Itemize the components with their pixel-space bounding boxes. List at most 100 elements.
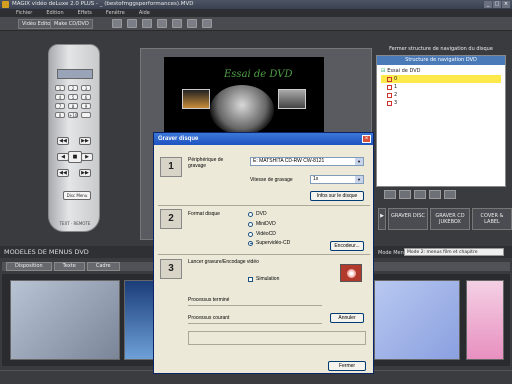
remote-key[interactable]: 2 [68, 85, 78, 91]
encoder-button[interactable]: Encodeur... [330, 241, 364, 251]
menu-preview[interactable]: Essai de DVD [164, 57, 324, 140]
menu-fichier[interactable]: Fichier [16, 9, 32, 17]
preview-thumbnail-2[interactable] [278, 89, 306, 109]
open-icon[interactable] [127, 19, 137, 28]
remote-key[interactable]: 6 [81, 94, 91, 100]
device-select[interactable]: E: MATSHITA CD-RW CW-8121 ▼ [250, 157, 364, 166]
window-title: MAGIX vidéo deLuxe 2.0 PLUS - _ (bestofm… [12, 1, 194, 7]
tab-texte[interactable]: Texte [53, 262, 85, 271]
format-videocd-radio[interactable]: VidéoCD [248, 231, 276, 237]
remote-keypad: 1 2 3 4 5 6 7 8 9 0 +10 [55, 85, 91, 118]
preview-thumbnail-1[interactable] [182, 89, 210, 109]
radio-icon [248, 211, 253, 217]
burn-cd-icon[interactable] [340, 264, 362, 282]
rewind-button[interactable]: ◀◀ [57, 137, 69, 145]
step-1-badge: 1 [160, 157, 182, 177]
menu-edition[interactable]: Edition [46, 9, 63, 17]
menu-fenetre[interactable]: Fenêtre [106, 9, 125, 17]
speed-select[interactable]: 1x ▼ [310, 175, 364, 184]
chapter-icon [387, 92, 392, 98]
format-dvd-radio[interactable]: DVD [248, 211, 267, 217]
forward-button[interactable]: ▶▶ [79, 137, 91, 145]
launch-label: Lancer gravure/Encodage vidéo [188, 259, 259, 265]
remove-icon[interactable] [399, 190, 411, 199]
disc-info-button[interactable]: Infos sur le disque [310, 191, 364, 201]
tab-cadre[interactable]: Cadre [86, 262, 120, 271]
remote-key[interactable]: 4 [55, 94, 65, 100]
tree-item[interactable]: 1 [381, 83, 501, 91]
remote-key[interactable] [81, 112, 91, 118]
play-button[interactable]: ▶ [81, 153, 93, 161]
mode-menu-select[interactable]: Mode 2: menus film et chapitre [404, 248, 504, 256]
remote-key[interactable]: 1 [55, 85, 65, 91]
undo-icon[interactable] [157, 19, 167, 28]
structure-panel-title: Structure de navigation DVD [377, 56, 505, 65]
prev-chapter-button[interactable]: ◀◀ [57, 169, 69, 177]
remote-key[interactable]: 3 [81, 85, 91, 91]
remote-display [57, 69, 93, 79]
format-minidvd-radio[interactable]: MiniDVD [248, 221, 276, 227]
separator [158, 205, 370, 206]
tree-root[interactable]: ⊟ Essai de DVD [381, 67, 501, 75]
settings-icon[interactable] [444, 190, 456, 199]
process-done-label: Processus terminé [188, 297, 230, 303]
tab-disposition[interactable]: Disposition [6, 262, 52, 271]
structure-close-link[interactable]: Fermer structure de navigation du disque [376, 45, 506, 54]
save-icon[interactable] [142, 19, 152, 28]
redo-icon[interactable] [172, 19, 182, 28]
radio-label: Supervidéo-CD [256, 240, 291, 246]
stop-button[interactable]: ■ [68, 151, 82, 163]
cover-label-button[interactable]: COVER & LABEL [472, 208, 512, 230]
remote-key[interactable]: +10 [68, 112, 78, 118]
tree-item[interactable]: 3 [381, 99, 501, 107]
structure-toolbar [376, 190, 506, 200]
down-icon[interactable] [429, 190, 441, 199]
device-select-value: E: MATSHITA CD-RW CW-8121 [253, 158, 325, 164]
tree-item-label: 1 [394, 84, 398, 90]
remote-key[interactable]: 0 [55, 112, 65, 118]
speed-select-value: 1x [313, 176, 319, 182]
title-bar: MAGIX vidéo deLuxe 2.0 PLUS - _ (bestofm… [0, 0, 512, 9]
remote-key[interactable]: 9 [81, 103, 91, 109]
mode-menu-label: Mode Menu [378, 250, 407, 256]
template-thumbnail[interactable] [124, 280, 154, 360]
template-thumbnail[interactable] [10, 280, 120, 360]
arrow-right-icon[interactable]: ▶ [378, 208, 386, 230]
radio-icon [248, 231, 253, 237]
separator [158, 254, 370, 255]
format-svcd-radio[interactable]: Supervidéo-CD [248, 240, 290, 246]
close-dialog-button[interactable]: Fermer [328, 361, 366, 371]
app-icon [2, 1, 9, 8]
cut-icon[interactable] [187, 19, 197, 28]
menu-aide[interactable]: Aide [139, 9, 150, 17]
dialog-close-button[interactable]: × [362, 135, 371, 143]
maximize-button[interactable]: □ [493, 1, 501, 8]
disc-menu-button[interactable]: Disc Menu [63, 191, 91, 200]
template-thumbnail[interactable] [466, 280, 504, 360]
remote-key[interactable]: 7 [55, 103, 65, 109]
cancel-button[interactable]: Annuler [330, 313, 364, 323]
close-window-button[interactable]: × [502, 1, 510, 8]
new-project-icon[interactable] [112, 19, 122, 28]
tab-make-cd[interactable]: Make CD/DVD [50, 19, 93, 29]
burn-jukebox-button[interactable]: GRAVER CD JUKEBOX [430, 208, 470, 230]
simulation-checkbox[interactable]: Simulation [248, 276, 279, 282]
minimize-button[interactable]: _ [484, 1, 492, 8]
template-thumbnail[interactable] [374, 280, 460, 360]
next-chapter-button[interactable]: ▶▶ [79, 169, 91, 177]
delete-icon[interactable] [202, 19, 212, 28]
burn-buttons: ▶ GRAVER DISC GRAVER CD JUKEBOX COVER & … [378, 208, 512, 230]
radio-label: VidéoCD [256, 231, 276, 237]
remote-key[interactable]: 8 [68, 103, 78, 109]
menu-effets[interactable]: Effets [78, 9, 92, 17]
tree-item[interactable]: 2 [381, 91, 501, 99]
up-icon[interactable] [414, 190, 426, 199]
burn-disc-button[interactable]: GRAVER DISC [388, 208, 428, 230]
tree-item[interactable]: 0 [381, 75, 501, 83]
process-current-label: Processus courant [188, 315, 230, 321]
menu-bar: Fichier Edition Effets Fenêtre Aide [0, 9, 512, 17]
progress-area [188, 331, 366, 345]
add-icon[interactable] [384, 190, 396, 199]
left-arrow-button[interactable]: ◀ [57, 153, 69, 161]
remote-key[interactable]: 5 [68, 94, 78, 100]
